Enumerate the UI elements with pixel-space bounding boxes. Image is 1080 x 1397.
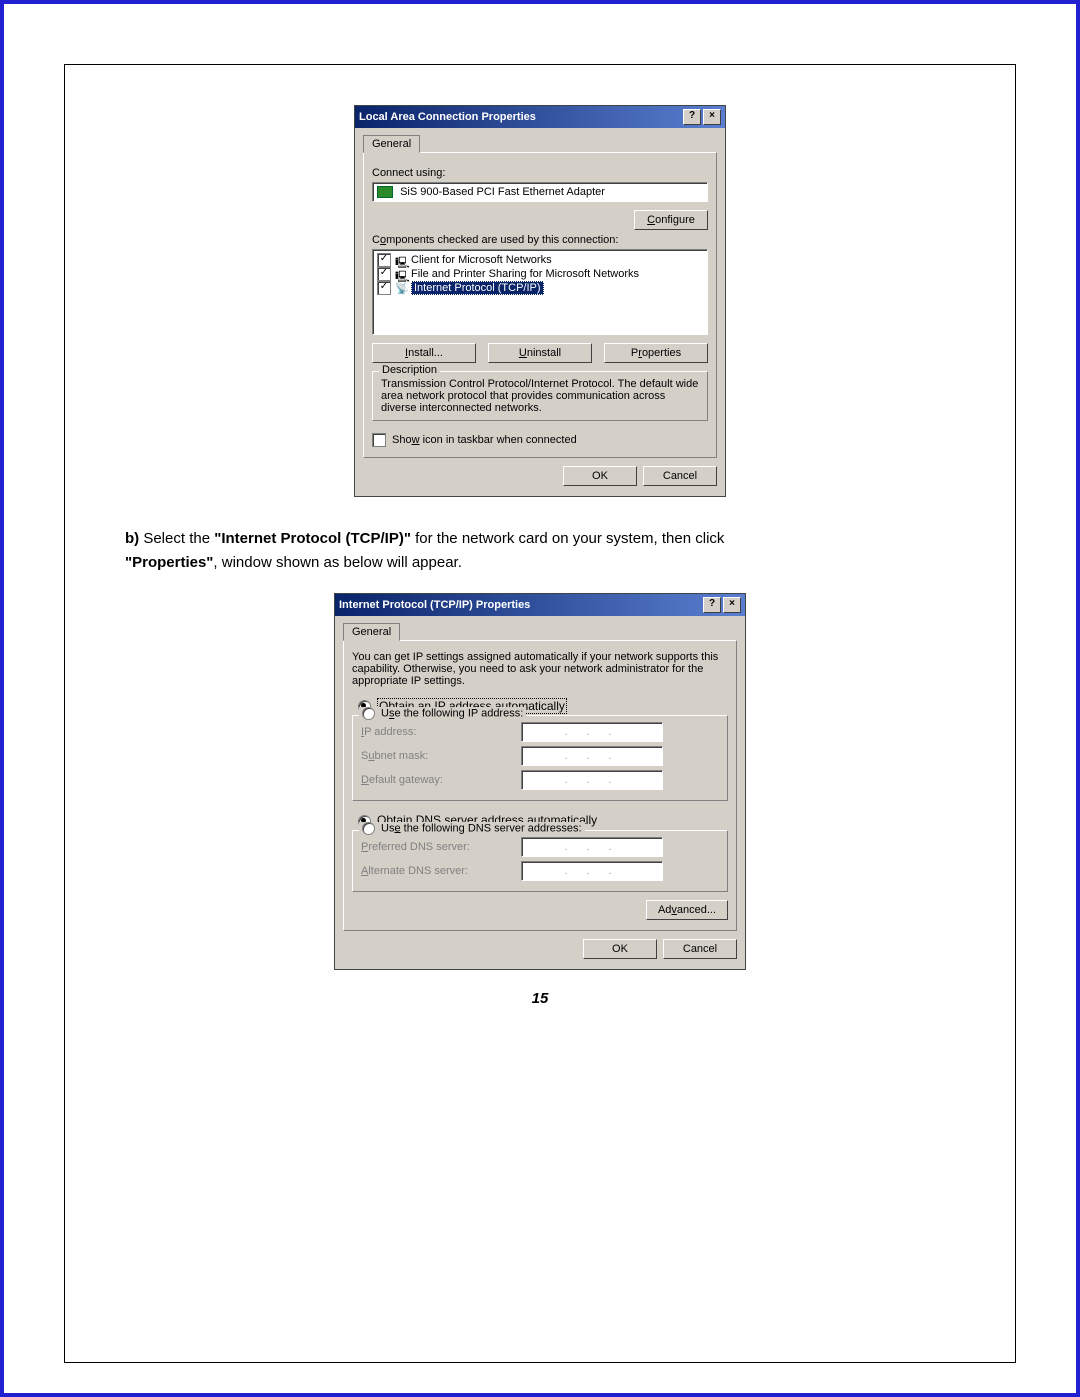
list-item[interactable]: 📡Internet Protocol (TCP/IP) [377,281,703,295]
configure-button[interactable]: CConfigureonfigure [634,210,708,230]
cancel-button[interactable]: Cancel [643,466,717,486]
install-button[interactable]: Install... [372,343,476,363]
gateway-input[interactable]: . . . [521,770,663,790]
alternate-dns-label: Alternate DNS server: [361,865,521,877]
checkbox-icon[interactable] [377,281,391,295]
client-icon: 🖳 [395,254,409,266]
radio-use-ip[interactable]: Use the following IP address: [359,707,526,720]
instruction-paragraph: b) Select the "Internet Protocol (TCP/IP… [125,527,955,575]
intro-text: You can get IP settings assigned automat… [352,651,728,687]
share-icon: 🖳 [395,268,409,280]
properties-button[interactable]: Properties [604,343,708,363]
titlebar[interactable]: Local Area Connection Properties ? × [355,106,725,128]
help-icon[interactable]: ? [703,597,721,613]
components-label: Components checked are used by this conn… [372,234,708,246]
ok-button[interactable]: OK [583,939,657,959]
subnet-mask-input[interactable]: . . . [521,746,663,766]
nic-icon [377,186,393,198]
cancel-button[interactable]: Cancel [663,939,737,959]
ip-address-label: IP address: [361,726,521,738]
window-title: Internet Protocol (TCP/IP) Properties [339,599,701,611]
tcpip-properties-dialog: Internet Protocol (TCP/IP) Properties ? … [334,593,746,970]
radio-icon[interactable] [362,822,375,835]
gateway-label: Default gateway: [361,774,521,786]
ip-address-input[interactable]: . . . [521,722,663,742]
tab-general[interactable]: General [363,135,420,153]
alternate-dns-input[interactable]: . . . [521,861,663,881]
checkbox-icon[interactable] [372,433,386,447]
protocol-icon: 📡 [395,282,409,294]
description-text: Transmission Control Protocol/Internet P… [381,378,699,414]
show-icon-row[interactable]: Show icon in taskbar when connected [372,433,708,447]
uninstall-button[interactable]: Uninstall [488,343,592,363]
radio-use-dns[interactable]: Use the following DNS server addresses: [359,822,585,835]
close-icon[interactable]: × [723,597,741,613]
local-area-connection-dialog: Local Area Connection Properties ? × Gen… [354,105,726,497]
list-item[interactable]: 🖳File and Printer Sharing for Microsoft … [377,267,703,281]
radio-icon[interactable] [362,707,375,720]
tab-general[interactable]: General [343,623,400,641]
components-listbox[interactable]: 🖳Client for Microsoft Networks 🖳File and… [372,249,708,335]
checkbox-icon[interactable] [377,267,391,281]
titlebar[interactable]: Internet Protocol (TCP/IP) Properties ? … [335,594,745,616]
preferred-dns-label: Preferred DNS server: [361,841,521,853]
ok-button[interactable]: OK [563,466,637,486]
description-legend: Description [379,364,440,376]
checkbox-icon[interactable] [377,253,391,267]
preferred-dns-input[interactable]: . . . [521,837,663,857]
advanced-button[interactable]: Advanced... [646,900,728,920]
close-icon[interactable]: × [703,109,721,125]
help-icon[interactable]: ? [683,109,701,125]
list-item[interactable]: 🖳Client for Microsoft Networks [377,253,703,267]
window-title: Local Area Connection Properties [359,111,681,123]
description-fieldset: Description Transmission Control Protoco… [372,371,708,421]
adapter-field: SiS 900-Based PCI Fast Ethernet Adapter [372,182,708,202]
page-number: 15 [105,990,975,1007]
adapter-name: SiS 900-Based PCI Fast Ethernet Adapter [400,186,605,198]
connect-using-label: Connect using: [372,167,708,179]
subnet-mask-label: Subnet mask: [361,750,521,762]
